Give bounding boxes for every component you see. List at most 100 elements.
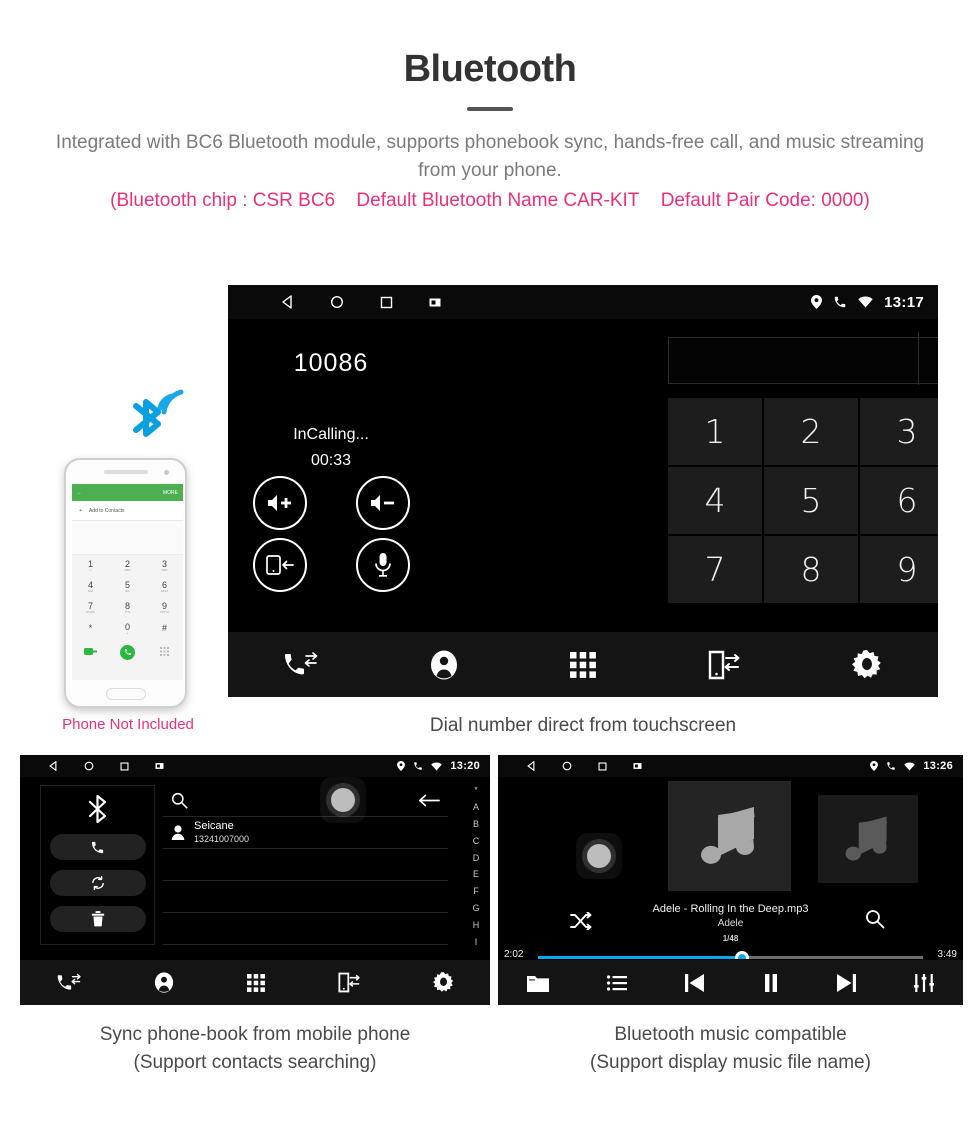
phone-icon bbox=[886, 761, 896, 771]
phone-icon bbox=[413, 761, 423, 771]
contact-row[interactable]: Seicane 13241007000 bbox=[163, 817, 448, 849]
alpha-index-C[interactable]: C bbox=[473, 836, 480, 846]
phone-key-0[interactable]: 0 + bbox=[109, 618, 146, 639]
phone-dialpad-icon[interactable] bbox=[160, 643, 169, 661]
phone-home-button[interactable] bbox=[105, 688, 146, 700]
key-2[interactable]: 2 bbox=[764, 398, 858, 465]
phone-key-3[interactable]: 3 DEF bbox=[146, 555, 183, 576]
playlist-icon[interactable] bbox=[607, 974, 628, 991]
alpha-index-D[interactable]: D bbox=[473, 853, 480, 863]
phonebook-delete-button[interactable] bbox=[49, 906, 146, 932]
home-icon[interactable] bbox=[562, 761, 572, 771]
settings-icon[interactable] bbox=[432, 972, 454, 993]
key-7[interactable]: 7 bbox=[668, 536, 762, 603]
phone-key-sub: JKL bbox=[124, 588, 131, 593]
volume-down-button[interactable] bbox=[355, 476, 410, 530]
equalizer-icon[interactable] bbox=[913, 973, 934, 992]
phone-number-field[interactable] bbox=[72, 521, 183, 555]
phone-key-9[interactable]: 9 WXYZ bbox=[146, 597, 183, 618]
keypad-icon[interactable] bbox=[246, 973, 265, 992]
phone-key-*[interactable]: * bbox=[72, 618, 109, 639]
previous-icon[interactable] bbox=[685, 973, 705, 992]
home-icon[interactable] bbox=[84, 761, 94, 771]
status-time: 13:17 bbox=[884, 293, 924, 311]
sdcard-icon[interactable] bbox=[429, 297, 441, 308]
mic-mute-button[interactable] bbox=[355, 538, 410, 592]
wifi-icon bbox=[431, 761, 443, 771]
contacts-icon[interactable] bbox=[430, 650, 458, 680]
list-item[interactable] bbox=[163, 913, 448, 945]
phone-key-6[interactable]: 6 MNO bbox=[146, 576, 183, 597]
list-item[interactable] bbox=[163, 849, 448, 881]
alphabet-index[interactable]: * A B C D E F G H I bbox=[468, 785, 484, 947]
phone-sync-icon[interactable] bbox=[337, 972, 360, 993]
phone-back-icon[interactable]: ← bbox=[77, 490, 82, 496]
alpha-index-H[interactable]: H bbox=[473, 920, 480, 930]
phone-key-8[interactable]: 8 TUV bbox=[109, 597, 146, 618]
key-9[interactable]: 9 bbox=[860, 536, 938, 603]
phone-sync-icon[interactable] bbox=[708, 650, 740, 680]
alpha-index-E[interactable]: E bbox=[473, 869, 479, 879]
call-log-icon[interactable] bbox=[284, 651, 318, 679]
phonebook-call-button[interactable] bbox=[49, 834, 146, 860]
transfer-to-phone-button[interactable] bbox=[252, 538, 307, 592]
recents-icon[interactable] bbox=[120, 761, 129, 771]
home-icon[interactable] bbox=[330, 295, 344, 309]
recents-icon[interactable] bbox=[598, 761, 607, 771]
back-icon[interactable] bbox=[526, 760, 536, 772]
alpha-index-F[interactable]: F bbox=[473, 886, 479, 896]
alpha-index-G[interactable]: G bbox=[472, 903, 479, 913]
phone-key-1[interactable]: 1 ∞ bbox=[72, 555, 109, 576]
phone-key-#[interactable]: # bbox=[146, 618, 183, 639]
call-timer: 00:33 bbox=[310, 452, 352, 469]
phonebook-search-row[interactable] bbox=[163, 785, 448, 817]
page-subtitle: Integrated with BC6 Bluetooth module, su… bbox=[55, 132, 925, 181]
settings-icon[interactable] bbox=[852, 649, 882, 680]
alpha-index-I[interactable]: I bbox=[475, 937, 478, 947]
sdcard-icon[interactable] bbox=[155, 762, 164, 770]
music-controls-bar[interactable] bbox=[498, 959, 963, 1005]
phone-key-2[interactable]: 2 ABC bbox=[109, 555, 146, 576]
alpha-index-B[interactable]: B bbox=[473, 819, 479, 829]
phone-call-button[interactable] bbox=[120, 644, 135, 660]
key-8[interactable]: 8 bbox=[764, 536, 858, 603]
key-1[interactable]: 1 bbox=[668, 398, 762, 465]
bottom-navbar[interactable] bbox=[228, 631, 938, 697]
phone-more-button[interactable]: MORE bbox=[163, 490, 178, 496]
search-icon[interactable] bbox=[865, 909, 885, 929]
alpha-index-*[interactable]: * bbox=[474, 785, 478, 795]
dial-keypad[interactable]: 123*4560789# bbox=[668, 398, 938, 603]
back-icon[interactable] bbox=[280, 295, 294, 309]
back-icon[interactable] bbox=[48, 760, 58, 772]
phonebook-list[interactable]: Seicane 13241007000 bbox=[163, 785, 448, 945]
sdcard-icon[interactable] bbox=[633, 762, 642, 770]
volume-up-button[interactable] bbox=[252, 476, 307, 530]
phone-key-4[interactable]: 4 GHI bbox=[72, 576, 109, 597]
list-item[interactable] bbox=[163, 881, 448, 913]
phone-keypad[interactable]: 1 ∞ 2 ABC 3 DEF 4 GHI 5 JKL 6 MNO 7 PQRS 8 TUV 9 WXYZ * 0 + # bbox=[72, 555, 183, 639]
phonebook-back-arrow[interactable] bbox=[418, 794, 440, 807]
folder-icon[interactable] bbox=[527, 974, 550, 992]
pause-icon[interactable] bbox=[764, 973, 778, 992]
recents-icon[interactable] bbox=[380, 296, 393, 309]
dial-display-field[interactable] bbox=[668, 332, 938, 385]
key-4[interactable]: 4 bbox=[668, 467, 762, 534]
call-log-icon[interactable] bbox=[57, 973, 81, 993]
phonebook-sync-button[interactable] bbox=[49, 870, 146, 896]
shuffle-icon[interactable] bbox=[570, 911, 592, 931]
alpha-index-A[interactable]: A bbox=[473, 802, 479, 812]
key-5[interactable]: 5 bbox=[764, 467, 858, 534]
phone-key-5[interactable]: 5 JKL bbox=[109, 576, 146, 597]
search-icon[interactable] bbox=[171, 792, 188, 809]
next-icon[interactable] bbox=[836, 973, 856, 992]
phone-sim-icon[interactable] bbox=[84, 643, 97, 661]
keypad-icon[interactable] bbox=[570, 651, 596, 678]
phone-add-contacts-row[interactable]: + Add to Contacts bbox=[72, 501, 183, 521]
phone-screen: ← MORE + Add to Contacts 1 ∞ 2 ABC 3 DEF 4 GHI 5… bbox=[72, 484, 183, 680]
key-3[interactable]: 3 bbox=[860, 398, 938, 465]
bottom-navbar[interactable] bbox=[20, 959, 490, 1005]
phone-key-7[interactable]: 7 PQRS bbox=[72, 597, 109, 618]
contacts-icon[interactable] bbox=[154, 972, 174, 993]
call-number: 10086 bbox=[293, 349, 369, 377]
key-6[interactable]: 6 bbox=[860, 467, 938, 534]
